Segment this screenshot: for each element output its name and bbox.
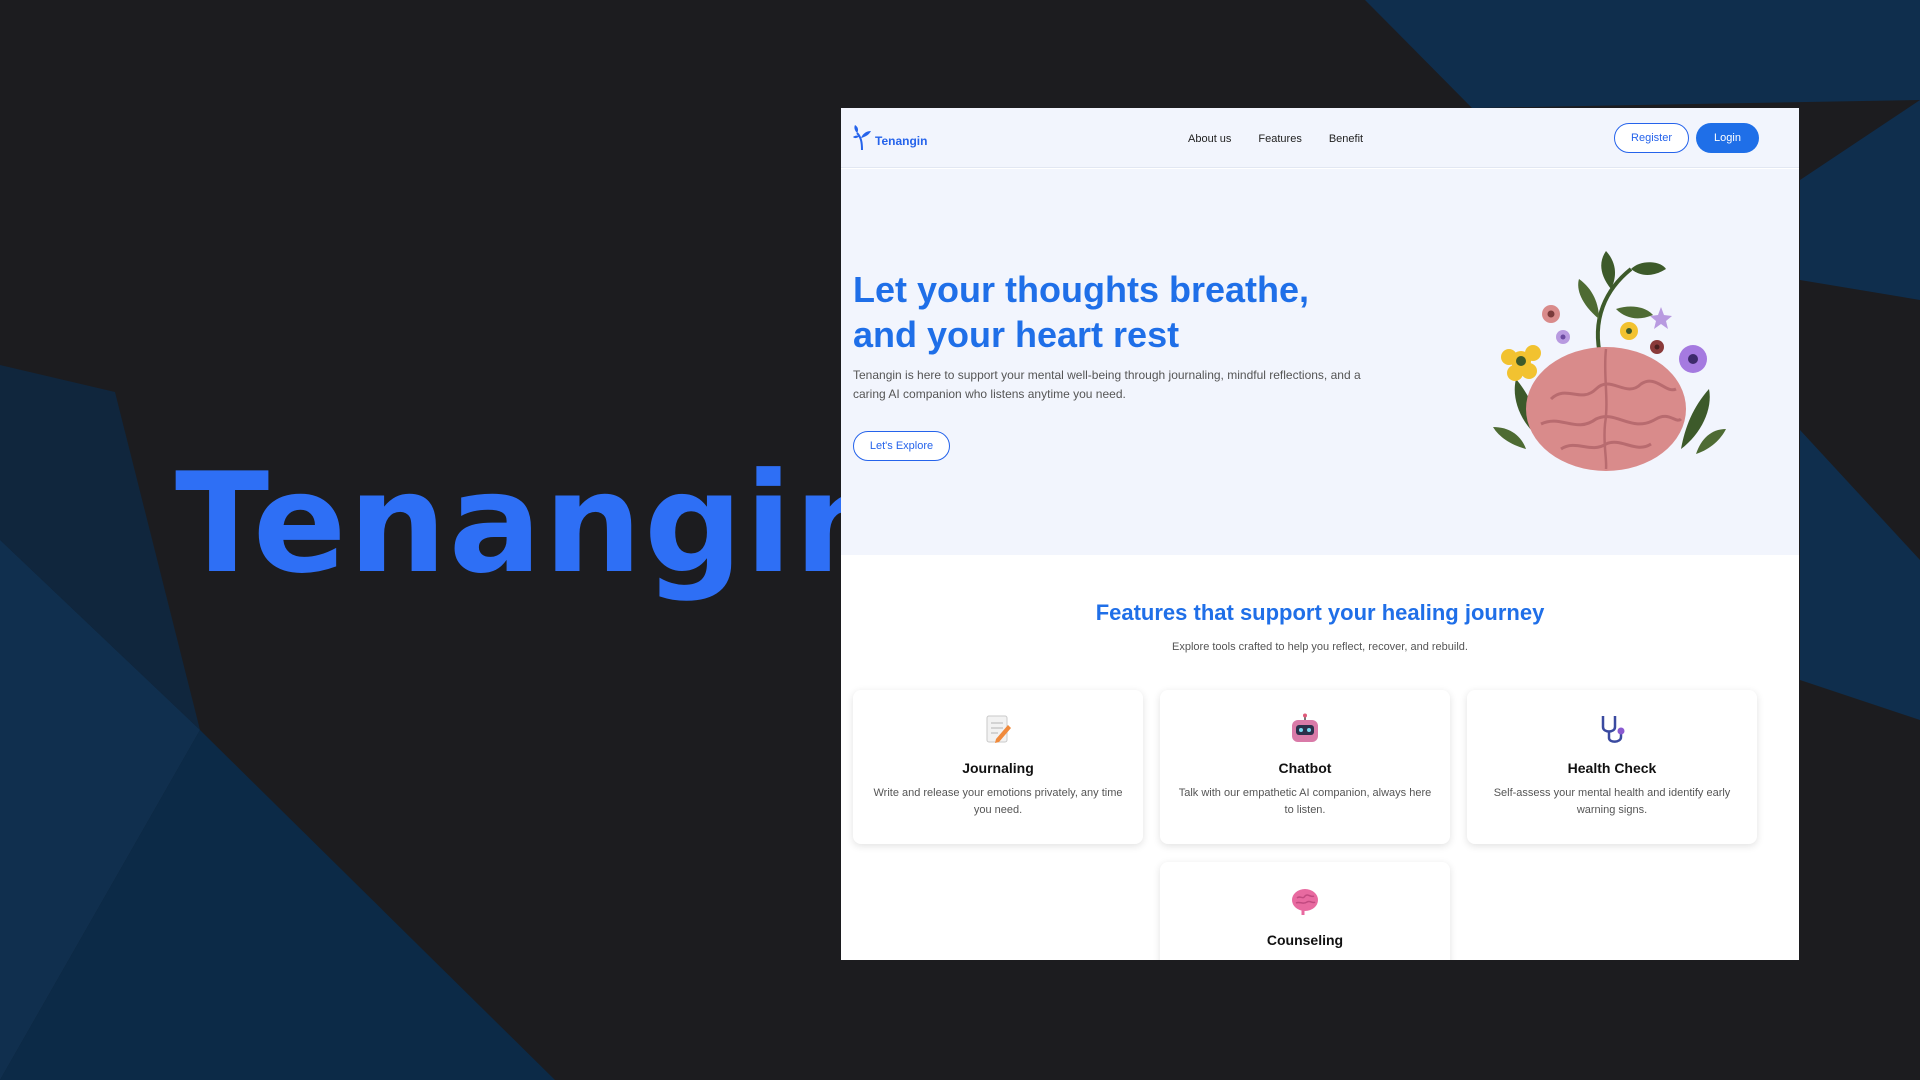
feature-card-chatbot[interactable]: Chatbot Talk with our empathetic AI comp…: [1160, 690, 1450, 844]
card-title: Health Check: [1567, 760, 1657, 776]
card-description: Write and release your emotions privatel…: [873, 787, 1123, 816]
feature-card-journaling[interactable]: Journaling Write and release your emotio…: [853, 690, 1143, 844]
site-navbar: Tenangin About us Features Benefit Regis…: [841, 108, 1799, 168]
hero-description: Tenangin is here to support your mental …: [853, 368, 1361, 401]
sprout-icon: [853, 125, 871, 150]
features-subtitle: Explore tools crafted to help you reflec…: [1172, 641, 1468, 653]
notepad-icon: [986, 715, 1011, 743]
nav-links: About us Features Benefit: [1188, 133, 1363, 145]
star-flower: [1650, 307, 1672, 329]
register-button[interactable]: Register: [1614, 123, 1689, 153]
hero-section: Let your thoughts breathe, and your hear…: [841, 169, 1799, 555]
card-description: Self-assess your mental health and ident…: [1493, 787, 1731, 816]
purple-flower: [1679, 345, 1707, 373]
hero-heading-line2: and your heart rest: [853, 314, 1180, 355]
card-title: Counseling: [1266, 932, 1344, 948]
website-screenshot: Tenangin About us Features Benefit Regis…: [841, 108, 1799, 960]
card-title: Chatbot: [1278, 760, 1332, 776]
banner-title: Tenangin: [175, 443, 895, 604]
login-button[interactable]: Login: [1696, 123, 1759, 153]
logo-text: Tenangin: [875, 134, 928, 148]
feature-card-health-check[interactable]: Health Check Self-assess your mental hea…: [1467, 690, 1757, 844]
hero-heading-line1: Let your thoughts breathe,: [853, 269, 1310, 310]
nav-about-us[interactable]: About us: [1188, 133, 1231, 145]
site-logo[interactable]: Tenangin: [853, 124, 927, 150]
robot-icon: [1292, 713, 1318, 742]
hero-heading: Let your thoughts breathe, and your hear…: [853, 267, 1413, 357]
explore-button[interactable]: Let's Explore: [853, 431, 950, 461]
yellow-flower: [1501, 345, 1541, 381]
brain-icon: [1292, 889, 1318, 915]
features-title: Features that support your healing journ…: [1095, 600, 1545, 625]
pink-flower: [1542, 305, 1560, 323]
nav-features[interactable]: Features: [1258, 133, 1301, 145]
card-description: Talk with our empathetic AI companion, a…: [1178, 787, 1432, 816]
stethoscope-icon: [1601, 716, 1625, 743]
red-flower: [1650, 340, 1664, 354]
card-title: Journaling: [962, 760, 1034, 776]
small-yellow-flower: [1620, 322, 1638, 340]
feature-card-counseling[interactable]: Counseling: [1160, 862, 1450, 960]
lavender-flower: [1556, 330, 1570, 344]
brain-flowers-illustration: [1493, 251, 1726, 471]
nav-benefit[interactable]: Benefit: [1329, 133, 1363, 145]
